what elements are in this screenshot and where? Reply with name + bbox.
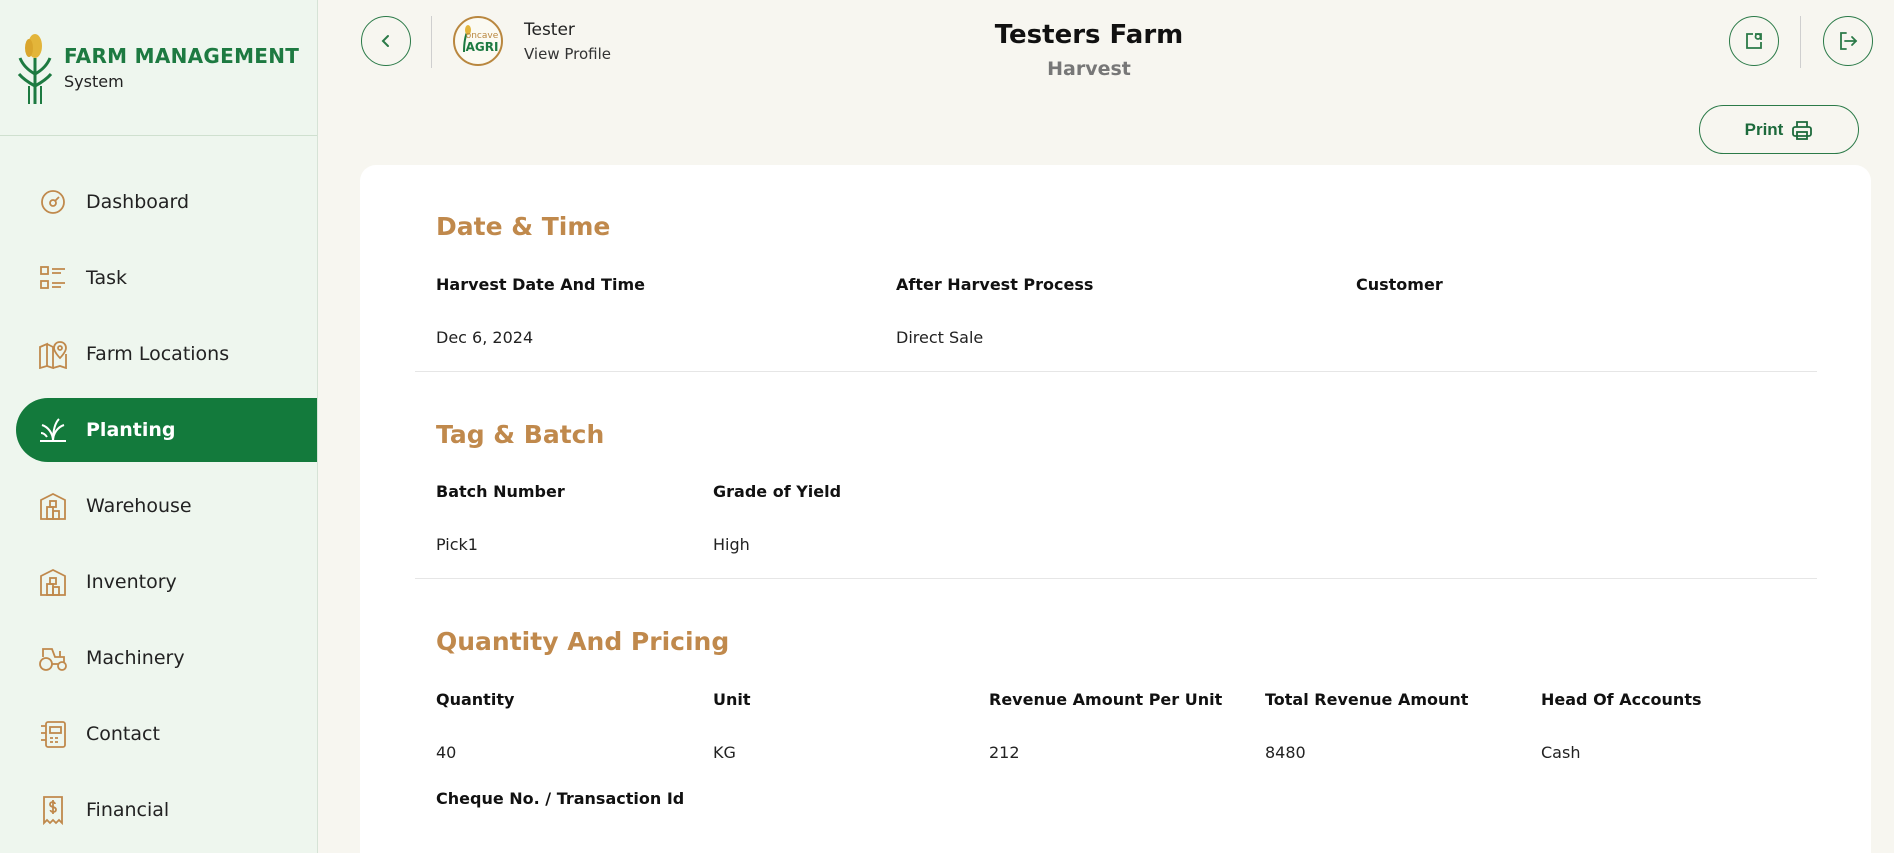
field-label-unit: Unit [713, 690, 751, 709]
sidebar-item-machinery[interactable]: Machinery [0, 626, 317, 690]
section-title-date-time: Date & Time [436, 212, 611, 241]
share-icon [1746, 33, 1762, 49]
sidebar-item-financial[interactable]: Financial [0, 778, 317, 842]
sidebar-item-warehouse[interactable]: Warehouse [0, 474, 317, 538]
sidebar-item-label: Financial [86, 799, 170, 821]
sidebar-item-label: Warehouse [86, 495, 192, 517]
printer-icon [1792, 120, 1813, 140]
farm-title: Testers Farm [994, 20, 1184, 50]
sidebar-item-label: Farm Locations [86, 343, 230, 365]
tractor-icon [38, 643, 68, 673]
dashboard-icon [38, 187, 68, 217]
sidebar-item-label: Machinery [86, 647, 185, 669]
plant-icon [38, 415, 68, 445]
sidebar-item-contact[interactable]: Contact [0, 702, 317, 766]
sidebar-item-task[interactable]: Task [0, 246, 317, 310]
logout-button[interactable] [1823, 16, 1873, 66]
task-list-icon [38, 263, 68, 293]
field-value-after-harvest-process: Direct Sale [896, 328, 984, 347]
sidebar-nav: Dashboard Task Farm Locations Planting W… [0, 170, 317, 842]
warehouse-icon [38, 491, 68, 521]
field-value-quantity: 40 [436, 743, 457, 762]
field-value-grade-of-yield: High [713, 535, 750, 554]
field-label-head-of-accounts: Head Of Accounts [1541, 690, 1702, 709]
harvest-detail-card: Date & Time Harvest Date And Time Dec 6,… [360, 165, 1871, 853]
field-label-cheque-transaction: Cheque No. / Transaction Id [436, 789, 685, 808]
field-value-harvest-date: Dec 6, 2024 [436, 328, 534, 347]
print-label: Print [1744, 119, 1784, 139]
brand-title: FARM MANAGEMENT [64, 44, 300, 68]
section-divider [415, 578, 1817, 579]
field-label-quantity: Quantity [436, 690, 515, 709]
inventory-icon [38, 567, 68, 597]
sidebar-item-dashboard[interactable]: Dashboard [0, 170, 317, 234]
field-label-revenue-per-unit: Revenue Amount Per Unit [989, 690, 1223, 709]
field-value-revenue-per-unit: 212 [989, 743, 1020, 762]
field-label-harvest-date: Harvest Date And Time [436, 275, 645, 294]
contact-icon [38, 719, 68, 749]
page-subtitle: Harvest [1047, 58, 1131, 80]
logout-icon [1840, 32, 1858, 50]
field-value-batch-number: Pick1 [436, 535, 478, 554]
receipt-icon [38, 795, 68, 825]
share-button[interactable] [1729, 16, 1779, 66]
field-label-grade-of-yield: Grade of Yield [713, 482, 842, 501]
field-label-batch-number: Batch Number [436, 482, 565, 501]
print-button[interactable]: Print [1699, 105, 1859, 154]
field-value-unit: KG [713, 743, 736, 762]
header: oncave AGRI Tester View Profile Testers … [318, 0, 1894, 82]
field-label-total-revenue: Total Revenue Amount [1265, 690, 1469, 709]
sidebar-item-label: Planting [86, 419, 176, 441]
brand-subtitle: System [64, 72, 124, 91]
section-title-tag-batch: Tag & Batch [436, 420, 605, 449]
section-title-quantity-pricing: Quantity And Pricing [436, 627, 730, 656]
field-label-after-harvest-process: After Harvest Process [896, 275, 1094, 294]
field-value-head-of-accounts: Cash [1541, 743, 1581, 762]
sidebar: FARM MANAGEMENT System Dashboard Task Fa… [0, 0, 318, 853]
map-pin-icon [38, 339, 68, 369]
header-divider [1800, 16, 1801, 68]
sidebar-item-label: Contact [86, 723, 160, 745]
field-value-total-revenue: 8480 [1265, 743, 1306, 762]
sidebar-item-inventory[interactable]: Inventory [0, 550, 317, 614]
sidebar-item-label: Task [86, 267, 128, 289]
field-label-customer: Customer [1356, 275, 1443, 294]
sidebar-item-label: Dashboard [86, 191, 190, 213]
sidebar-item-label: Inventory [86, 571, 177, 593]
sidebar-item-planting[interactable]: Planting [16, 398, 317, 462]
brand: FARM MANAGEMENT System [0, 0, 317, 136]
section-divider [415, 371, 1817, 372]
wheat-logo-icon [17, 33, 53, 104]
sidebar-item-farm-locations[interactable]: Farm Locations [0, 322, 317, 386]
